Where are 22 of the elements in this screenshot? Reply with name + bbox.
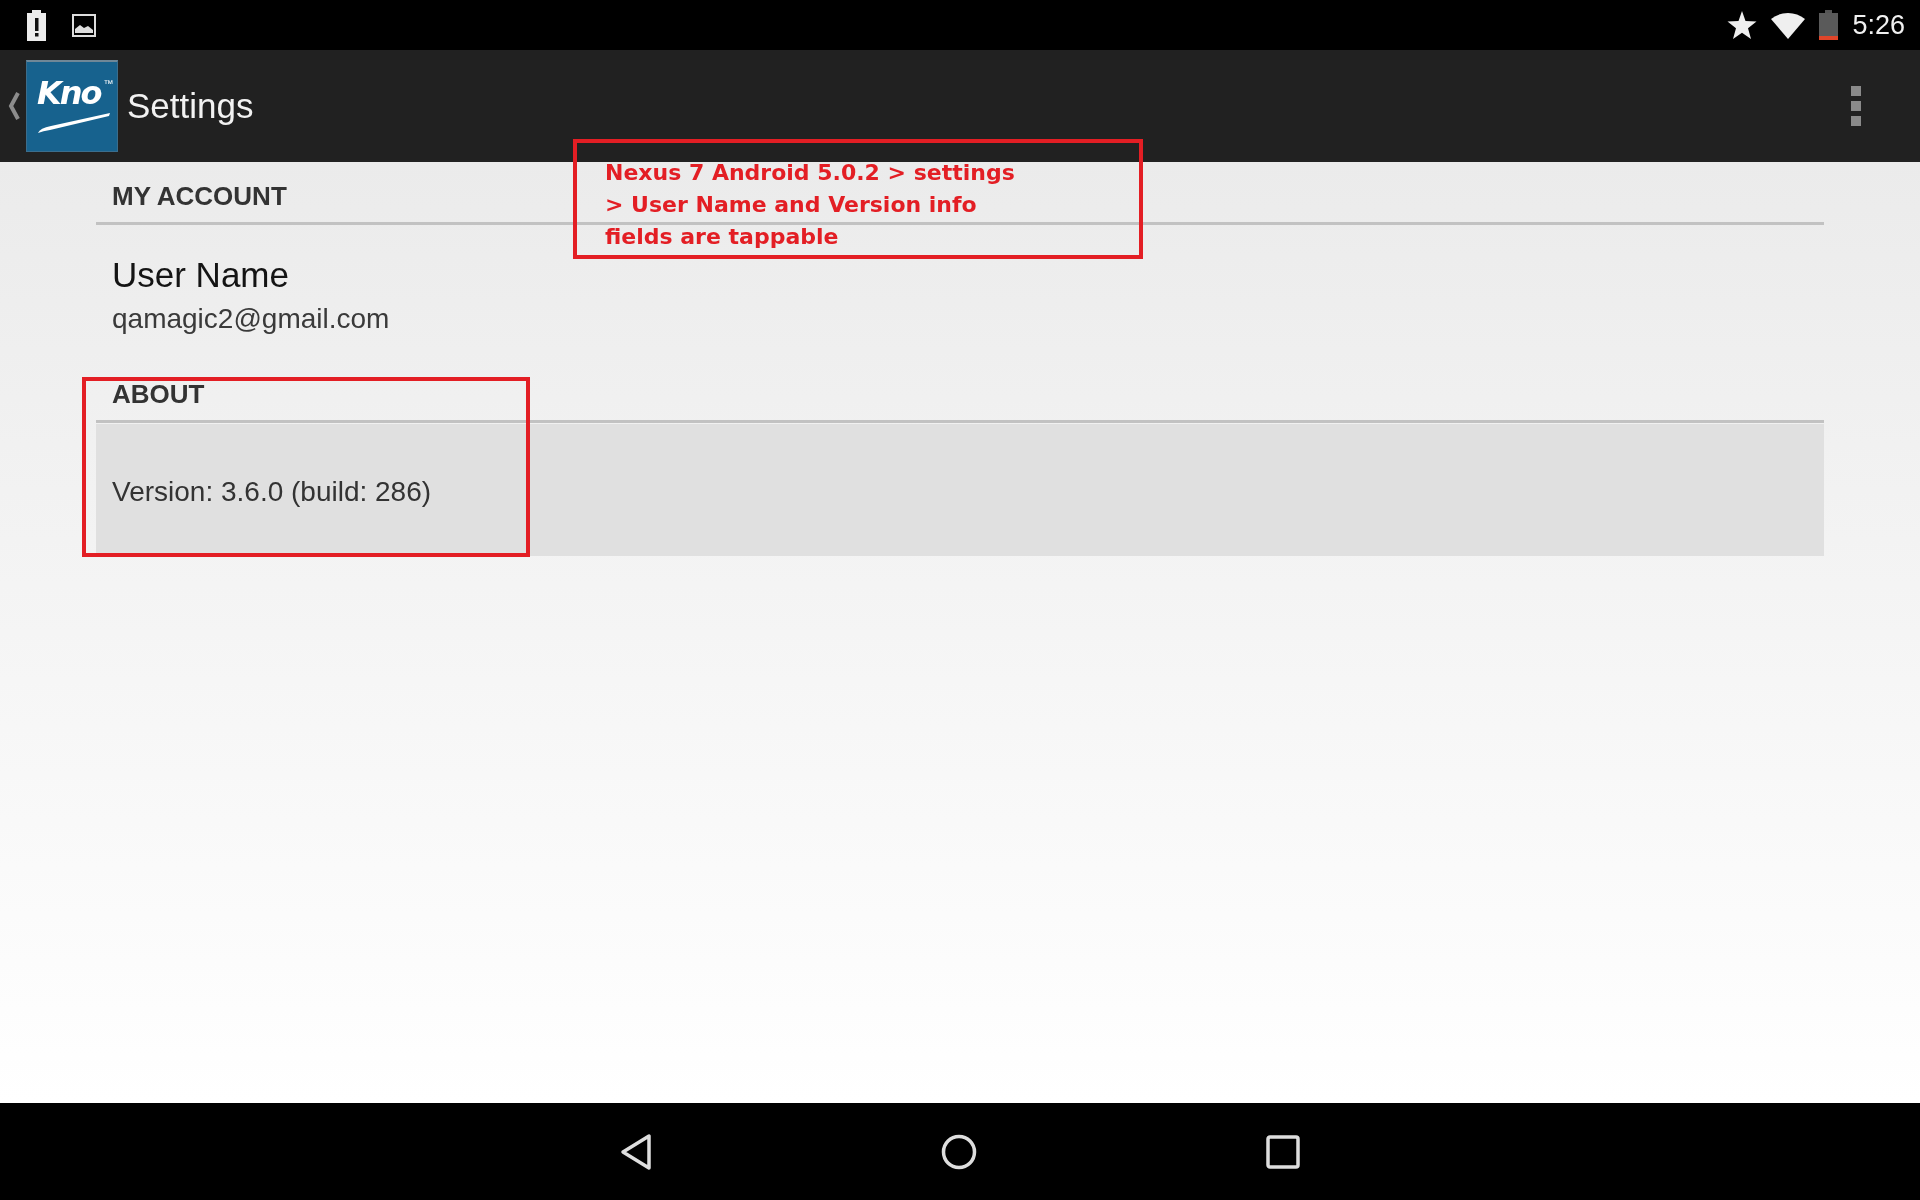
- screen-title: Settings: [127, 85, 254, 127]
- battery-alert-icon: [27, 9, 46, 41]
- clock-time: 5:26: [1852, 10, 1905, 40]
- preference-title: User Name: [112, 257, 290, 293]
- logo-text: Kno: [37, 74, 101, 112]
- battery-icon: [1819, 10, 1839, 40]
- image-icon: [72, 13, 96, 37]
- annotation-text: Nexus 7 Android 5.0.2 > settings > User Name and Version info fields are tappable: [605, 159, 1016, 251]
- preference-item[interactable]: Version: 3.6.0 (build: 286): [96, 424, 1824, 556]
- home-icon[interactable]: [941, 1133, 977, 1170]
- back-icon[interactable]: [620, 1132, 652, 1171]
- preference-summary: qamagic2@gmail.com: [112, 302, 391, 336]
- overflow-menu-icon[interactable]: [1851, 86, 1861, 126]
- trademark-sign: ™: [103, 78, 114, 90]
- wifi-icon: [1771, 11, 1806, 39]
- app-logo[interactable]: Kno™: [26, 60, 118, 152]
- chevron-left-icon[interactable]: [8, 91, 20, 121]
- recents-icon[interactable]: [1266, 1134, 1300, 1169]
- star-icon: [1727, 11, 1758, 39]
- swoosh-icon: [37, 112, 111, 134]
- preference-text: Version: 3.6.0 (build: 286): [112, 475, 433, 509]
- preference-item[interactable]: User Name qamagic2@gmail.com: [96, 257, 1824, 360]
